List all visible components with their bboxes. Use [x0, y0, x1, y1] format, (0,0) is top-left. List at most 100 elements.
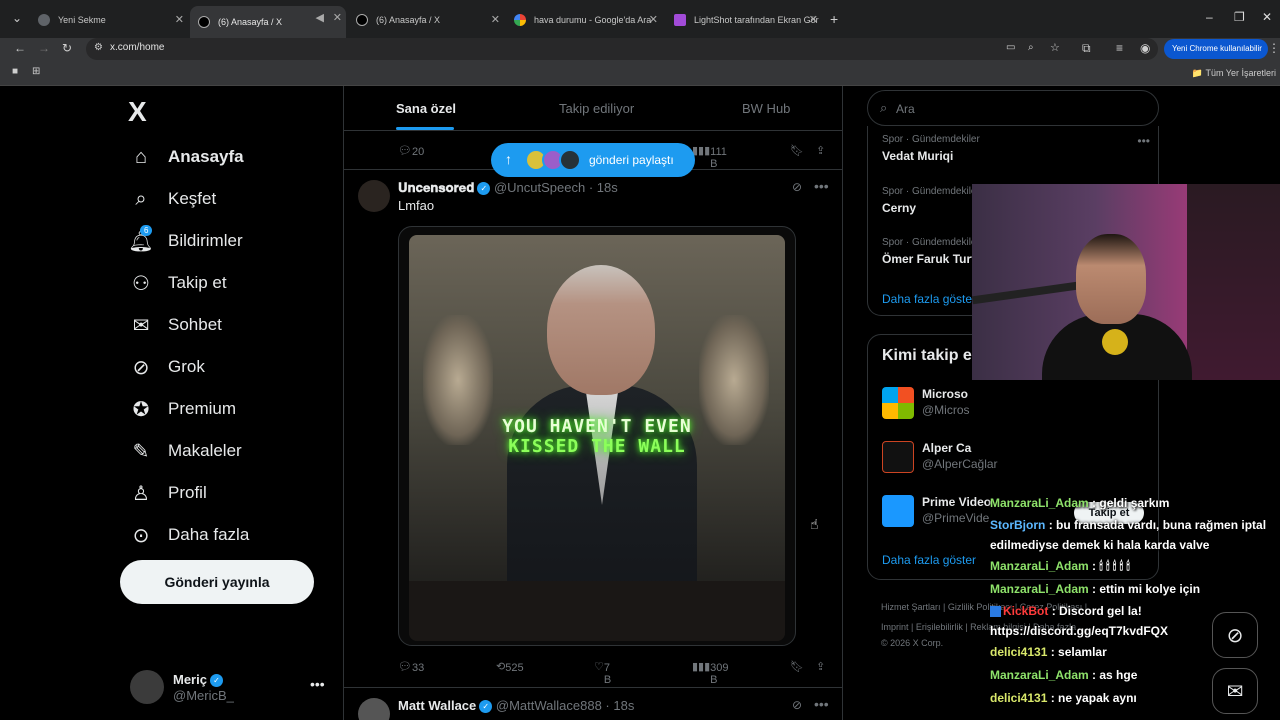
browser-tab-active[interactable]: (6) Anasayfa / X ◀ ✕: [190, 6, 346, 38]
sidebar-item-home[interactable]: ⌂ Anasayfa: [128, 136, 249, 178]
sidebar-item-follow[interactable]: ⚇ Takip et: [128, 262, 249, 304]
views-button[interactable]: ▮▮▮ 309 B: [692, 660, 729, 686]
tweet-handle[interactable]: @UncutSpeech · 18s: [494, 180, 618, 195]
media-control-icon[interactable]: ≡: [1116, 41, 1123, 55]
chat-user: StorBjorn: [990, 518, 1046, 532]
tab-for-you[interactable]: Sana özel: [396, 101, 456, 116]
tweet[interactable]: 𝐔𝐧𝐜𝐞𝐧𝐬𝐨𝐫𝐞𝐝 ✓ @UncutSpeech · 18s ⊘ ••• Lmf…: [344, 170, 842, 686]
tab-title: LightShot tarafından Ekran Gör: [694, 15, 819, 25]
sidebar-item-grok[interactable]: ⊘ Grok: [128, 346, 249, 388]
suggestion-name: Prime Video: [922, 495, 992, 509]
bookmark-star-icon[interactable]: ☆: [1050, 41, 1060, 54]
apps-icon[interactable]: ⊞: [32, 66, 40, 77]
browser-tabstrip: ⌄ Yeni Sekme ✕ (6) Anasayfa / X ◀ ✕ (6) …: [0, 0, 1280, 38]
tweet-author[interactable]: Matt Wallace: [398, 698, 476, 713]
x-logo-icon[interactable]: X: [128, 96, 147, 128]
grok-icon[interactable]: ⊘: [792, 180, 802, 194]
chrome-menu-icon[interactable]: ⋮: [1268, 41, 1280, 55]
site-info-icon[interactable]: ⚙: [94, 42, 103, 53]
sidebar-item-more[interactable]: ⊙ Daha fazla: [128, 514, 250, 556]
close-tab-icon[interactable]: ✕: [649, 13, 658, 26]
reply-count: 20: [411, 146, 425, 158]
install-app-icon[interactable]: ▭: [1006, 42, 1015, 53]
sidebar-item-chat[interactable]: ✉ Sohbet: [128, 304, 249, 346]
bookmarks-bar: ■ ⊞ 📁 Tüm Yer İşaretleri: [0, 60, 1280, 86]
search-input[interactable]: ⌕ Ara: [867, 90, 1159, 126]
all-bookmarks[interactable]: 📁 Tüm Yer İşaretleri: [1192, 68, 1276, 79]
zoom-icon[interactable]: ⌕: [1028, 42, 1034, 53]
sidebar-item-premium[interactable]: ✪ Premium: [128, 388, 249, 430]
grok-float-button[interactable]: ⊘: [1212, 612, 1258, 658]
tab-search-icon[interactable]: ⌄: [12, 11, 22, 25]
forward-icon[interactable]: →: [38, 41, 50, 55]
browser-tab[interactable]: (6) Anasayfa / X ✕: [348, 8, 504, 32]
like-button[interactable]: ♡ 7 B: [594, 660, 611, 686]
avatar[interactable]: [358, 180, 390, 212]
show-more-link[interactable]: Daha fazla göster: [882, 292, 976, 306]
avatar[interactable]: [358, 698, 390, 720]
more-dots-icon[interactable]: •••: [310, 676, 325, 692]
minimize-icon[interactable]: –: [1206, 10, 1213, 24]
verified-icon: ✓: [477, 182, 491, 196]
extensions-icon[interactable]: ⧉: [1082, 41, 1091, 56]
repost-count: 525: [505, 662, 524, 674]
reply-button[interactable]: 💬︎ 33: [398, 660, 424, 674]
tweet-handle[interactable]: @MattWallace888 · 18s: [496, 698, 634, 713]
sidebar-item-profile[interactable]: ♙ Profil: [128, 472, 249, 514]
close-tab-icon[interactable]: ✕: [809, 13, 818, 26]
more-dots-icon[interactable]: •••: [814, 696, 829, 712]
reply-button[interactable]: 💬︎ 20: [398, 144, 424, 158]
repost-button[interactable]: ⟲ 525: [496, 660, 524, 674]
more-circle-icon: ⊙: [132, 524, 150, 547]
close-tab-icon[interactable]: ✕: [175, 13, 184, 26]
sidebar-item-notifications[interactable]: 🔔︎ 6 Bildirimler: [128, 220, 249, 262]
tweet-author[interactable]: 𝐔𝐧𝐜𝐞𝐧𝐬𝐨𝐫𝐞𝐝: [398, 180, 474, 195]
microphone-arm: [972, 279, 1092, 305]
post-button[interactable]: Gönderi yayınla: [120, 560, 314, 604]
desk: [409, 581, 785, 641]
messages-float-button[interactable]: ✉: [1212, 668, 1258, 714]
account-switcher[interactable]: Meriç ✓ @MericB_ •••: [130, 670, 330, 710]
tab-title: Yeni Sekme: [58, 15, 106, 25]
browser-tab[interactable]: Yeni Sekme ✕: [30, 8, 188, 32]
tab-group-icon[interactable]: ■: [12, 66, 18, 77]
more-dots-icon[interactable]: •••: [1137, 134, 1150, 148]
tab-bw-hub[interactable]: BW Hub: [742, 101, 790, 116]
chat-user: ManzaraLi_Adam: [990, 559, 1089, 573]
more-dots-icon[interactable]: •••: [814, 178, 829, 194]
reload-icon[interactable]: ↻: [62, 41, 72, 55]
close-tab-icon[interactable]: ✕: [491, 13, 500, 26]
tweet-media[interactable]: YOU HAVEN'T EVEN KISSED THE WALL: [398, 226, 796, 646]
chat-user: delici4131: [990, 645, 1048, 659]
close-tab-icon[interactable]: ✕: [333, 11, 342, 24]
share-icon[interactable]: ⇪: [816, 660, 825, 673]
views-button[interactable]: ▮▮▮ 111 B: [692, 144, 727, 170]
new-tab-icon[interactable]: +: [830, 11, 838, 27]
browser-tab[interactable]: LightShot tarafından Ekran Gör ✕: [666, 8, 822, 32]
profile-icon[interactable]: ◉: [1140, 41, 1150, 55]
arrow-up-icon: ↑: [505, 151, 512, 167]
chat-text: : ne yapak aynı: [1050, 691, 1137, 705]
chat-text: : selamlar: [1050, 645, 1107, 659]
show-more-link[interactable]: Daha fazla göster: [882, 553, 976, 567]
address-bar[interactable]: ⚙ x.com/home ▭ ⌕ ☆: [86, 38, 1158, 60]
grok-icon[interactable]: ⊘: [792, 698, 802, 712]
tweet[interactable]: Matt Wallace ✓ @MattWallace888 · 18s ⊘ ••…: [344, 688, 842, 720]
browser-tab[interactable]: hava durumu - Google'da Ara ✕: [506, 8, 662, 32]
feed: Sana özel Takip ediliyor BW Hub 💬︎ 20 ▮▮…: [343, 86, 843, 720]
close-window-icon[interactable]: ✕: [1262, 10, 1272, 24]
sidebar-item-articles[interactable]: ✎ Makaleler: [128, 430, 249, 472]
bookmark-icon[interactable]: 🔖︎: [790, 144, 804, 157]
back-icon[interactable]: ←: [14, 41, 26, 55]
bookmark-icon[interactable]: 🔖︎: [790, 660, 804, 673]
chrome-update-button[interactable]: Yeni Chrome kullanılabilir: [1164, 39, 1268, 59]
mute-icon[interactable]: ◀: [316, 11, 324, 24]
sidebar-item-explore[interactable]: ⌕ Keşfet: [128, 178, 249, 220]
bell-icon: 🔔︎ 6: [128, 224, 154, 253]
tab-following[interactable]: Takip ediliyor: [559, 101, 634, 116]
trend-item[interactable]: Spor · Gündemdekiler Vedat Muriqi •••: [882, 134, 1152, 174]
tab-title: (6) Anasayfa / X: [376, 15, 441, 25]
suggestion-name: Microso: [922, 387, 969, 401]
restore-icon[interactable]: ❐: [1234, 10, 1245, 24]
share-icon[interactable]: ⇪: [816, 144, 825, 157]
